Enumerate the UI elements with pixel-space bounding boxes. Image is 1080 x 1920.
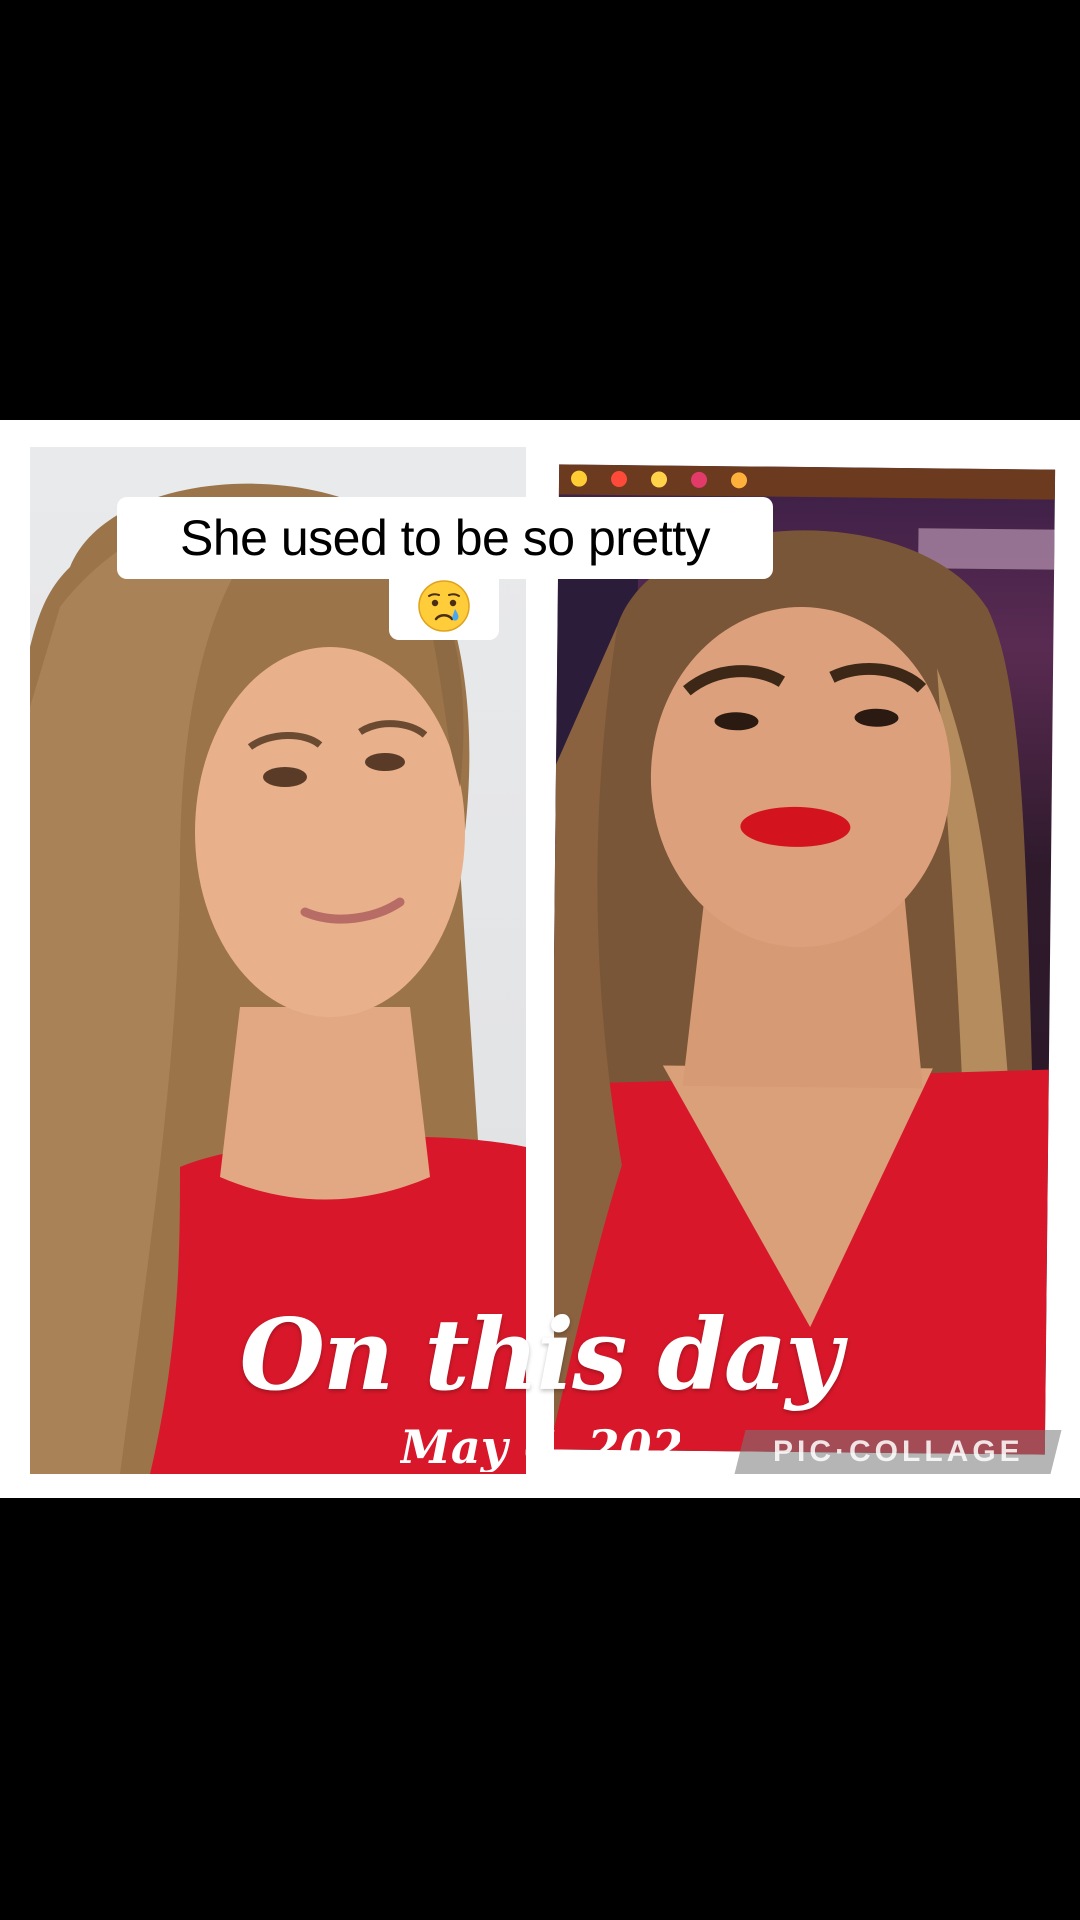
on-this-day-headline: On this day [239,1298,843,1413]
crying-face-icon [418,579,470,632]
caption-box: She used to be so pretty [117,497,773,579]
caption-text: She used to be so pretty [179,510,711,566]
date-label: May 6, 2025 [400,1420,680,1472]
pic-collage-watermark: PIC·COLLAGE [734,1430,1062,1474]
caption-emoji-box [389,571,499,640]
video-screen[interactable]: She used to be so pretty On this day May… [0,0,1080,1920]
watermark-text: PIC·COLLAGE [772,1435,1024,1468]
